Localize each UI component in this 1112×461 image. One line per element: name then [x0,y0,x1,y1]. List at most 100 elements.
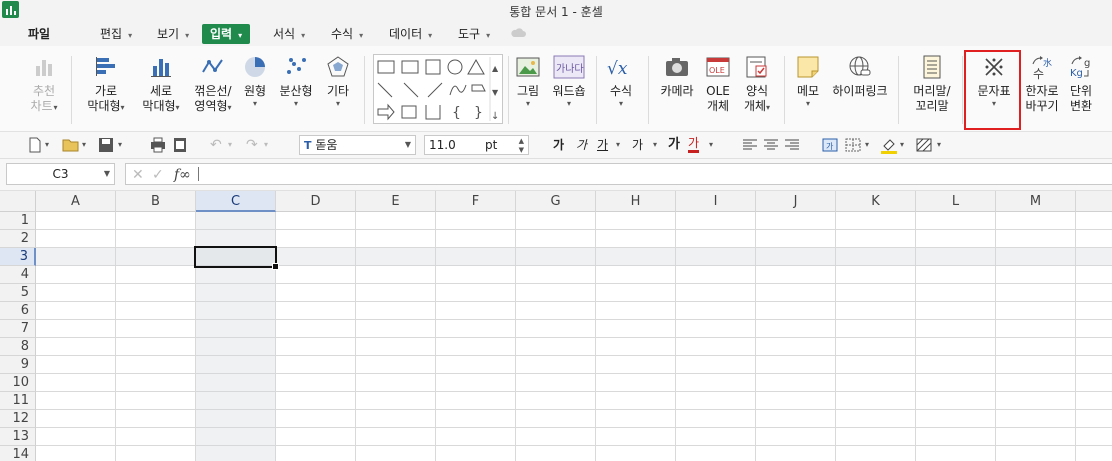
bold-button[interactable]: 가 [553,136,564,154]
memo-button[interactable]: 메모 ▾ [793,54,823,109]
menu-tools[interactable]: 도구 ▾ [458,24,490,44]
svg-text:√x: √x [607,59,628,79]
active-cell[interactable] [194,246,279,270]
hyperlink-button[interactable]: 하이퍼링크 [830,54,890,99]
column-header[interactable]: A [36,191,116,212]
menu-data[interactable]: 데이터 ▾ [389,24,432,44]
row-header[interactable]: 6 [0,302,36,320]
select-all-corner[interactable] [0,191,36,212]
column-header[interactable]: B [116,191,196,212]
borders-icon[interactable] [845,136,861,154]
redo-icon[interactable]: ↷ [246,136,258,154]
menu-edit[interactable]: 편집 ▾ [100,24,132,44]
unit-convert-button[interactable]: g Kg 단위 변환 [1066,54,1096,114]
font-grow-button[interactable]: 가 [668,136,680,154]
row-header[interactable]: 10 [0,374,36,392]
open-folder-icon[interactable] [62,136,80,154]
menu-view[interactable]: 보기 ▾ [157,24,189,44]
cloud-icon[interactable] [510,26,526,38]
recommend-chart-button[interactable]: 추천 차트▾ [26,54,62,114]
function-icon[interactable]: f∞ [174,165,191,185]
row-header[interactable]: 2 [0,230,36,248]
open-dropdown-icon[interactable]: ▾ [82,136,86,154]
svg-text:OLE: OLE [709,66,725,75]
row-header[interactable]: 3 [0,248,36,266]
formula-button[interactable]: √x 수식 ▾ [604,54,638,109]
row-header[interactable]: 4 [0,266,36,284]
other-chart-button[interactable]: 기타 ▾ [323,54,353,109]
undo-icon[interactable]: ↶ [210,136,222,154]
pie-chart-icon [245,57,265,77]
camera-button[interactable]: 카메라 [657,54,697,99]
column-header[interactable]: D [276,191,356,212]
fill-color-dropdown-icon[interactable]: ▾ [900,136,904,154]
row-header[interactable]: 1 [0,212,36,230]
scatter-chart-button[interactable]: 분산형 ▾ [278,54,314,109]
name-box[interactable]: C3 ▼ [6,163,115,185]
column-header[interactable]: E [356,191,436,212]
hanja-convert-button[interactable]: 水수 한자로 바꾸기 [1022,54,1062,114]
column-chart-button[interactable]: 세로 막대형▾ [139,54,183,114]
italic-button[interactable]: 가 [576,136,587,154]
column-header[interactable]: G [516,191,596,212]
column-header[interactable]: K [836,191,916,212]
strikethrough-button[interactable]: 가 [632,136,643,154]
font-color-button[interactable]: 가 [688,136,700,153]
underline-dropdown-icon[interactable]: ▾ [616,136,620,154]
bar-chart-button[interactable]: 가로 막대형▾ [84,54,128,114]
line-chart-button[interactable]: 꺾은선/영역형▾ [190,54,236,114]
merge-cells-icon[interactable]: 가 [822,136,838,154]
menu-insert[interactable]: 입력 ▾ [202,24,251,44]
underline-button[interactable]: 가 [597,136,608,154]
column-header[interactable]: I [676,191,756,212]
column-header[interactable]: F [436,191,516,212]
font-color-dropdown-icon[interactable]: ▾ [709,136,713,154]
strike-dropdown-icon[interactable]: ▾ [653,136,657,154]
row-header[interactable]: 14 [0,446,36,461]
menu-format[interactable]: 서식 ▾ [273,24,305,44]
column-header[interactable]: H [596,191,676,212]
pattern-icon[interactable] [916,136,932,154]
menu-formula[interactable]: 수식 ▾ [331,24,363,44]
row-header[interactable]: 11 [0,392,36,410]
wordart-button[interactable]: 가나다 워드숍 ▾ [550,54,588,109]
row-header[interactable]: 9 [0,356,36,374]
borders-dropdown-icon[interactable]: ▾ [865,136,869,154]
form-object-button[interactable]: 양식 개체▾ [740,54,774,114]
save-icon[interactable] [98,136,114,154]
row-header[interactable]: 7 [0,320,36,338]
pattern-dropdown-icon[interactable]: ▾ [937,136,941,154]
menu-bar: 파일 편집 ▾ 보기 ▾ 입력 ▾ 서식 ▾ 수식 ▾ 데이터 ▾ 도구 ▾ [0,20,1112,46]
undo-dropdown-icon[interactable]: ▾ [228,136,232,154]
new-document-icon[interactable] [28,136,42,154]
align-left-icon[interactable] [742,136,758,154]
header-footer-button[interactable]: 머리말/꼬리말 [909,54,955,114]
cancel-icon[interactable]: ✕ [132,165,144,185]
new-dropdown-icon[interactable]: ▾ [45,136,49,154]
column-header-partial[interactable] [1076,191,1112,212]
column-header[interactable]: L [916,191,996,212]
fill-color-icon[interactable] [880,136,898,154]
row-header[interactable]: 5 [0,284,36,302]
row-header[interactable]: 8 [0,338,36,356]
redo-dropdown-icon[interactable]: ▾ [264,136,268,154]
spreadsheet-grid[interactable]: ABCDEFGHIJKLM 1 2 3 4 5 6 7 8 9 10 11 12 13 14 [0,191,1112,461]
font-name-select[interactable]: T 돋움 ▼ [299,135,416,155]
ole-object-button[interactable]: OLE OLE 개체 [703,54,733,114]
menu-file[interactable]: 파일 [28,24,50,44]
font-size-select[interactable]: 11.0 pt ▲ ▼ [424,135,529,155]
confirm-icon[interactable]: ✓ [152,165,164,185]
shapes-gallery[interactable]: { } ▲ ▼ ↓ [373,54,503,124]
print-preview-icon[interactable] [172,136,188,154]
column-header[interactable]: C [196,191,276,212]
picture-button[interactable]: 그림 ▾ [513,54,543,109]
align-center-icon[interactable] [763,136,779,154]
pie-chart-button[interactable]: 원형 ▾ [240,54,270,109]
save-dropdown-icon[interactable]: ▾ [118,136,122,154]
print-icon[interactable] [150,136,166,154]
row-header[interactable]: 13 [0,428,36,446]
column-header[interactable]: J [756,191,836,212]
row-header[interactable]: 12 [0,410,36,428]
column-header[interactable]: M [996,191,1076,212]
align-right-icon[interactable] [784,136,800,154]
